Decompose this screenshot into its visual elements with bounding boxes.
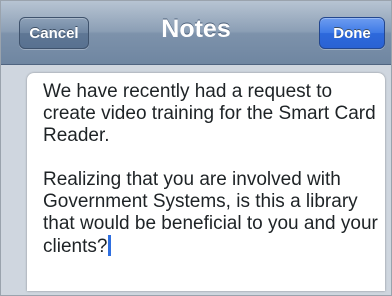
- note-paragraph-2: Realizing that you are involved with Gov…: [43, 169, 384, 257]
- done-button[interactable]: Done: [319, 17, 385, 49]
- notes-screen: Cancel Notes Done We have recently had a…: [0, 0, 392, 296]
- note-body[interactable]: We have recently had a request to create…: [43, 81, 379, 258]
- note-paragraph-1: We have recently had a request to create…: [43, 81, 381, 146]
- navigation-bar: Cancel Notes Done: [1, 1, 391, 65]
- note-text-area[interactable]: We have recently had a request to create…: [27, 73, 385, 291]
- text-cursor: [108, 235, 112, 256]
